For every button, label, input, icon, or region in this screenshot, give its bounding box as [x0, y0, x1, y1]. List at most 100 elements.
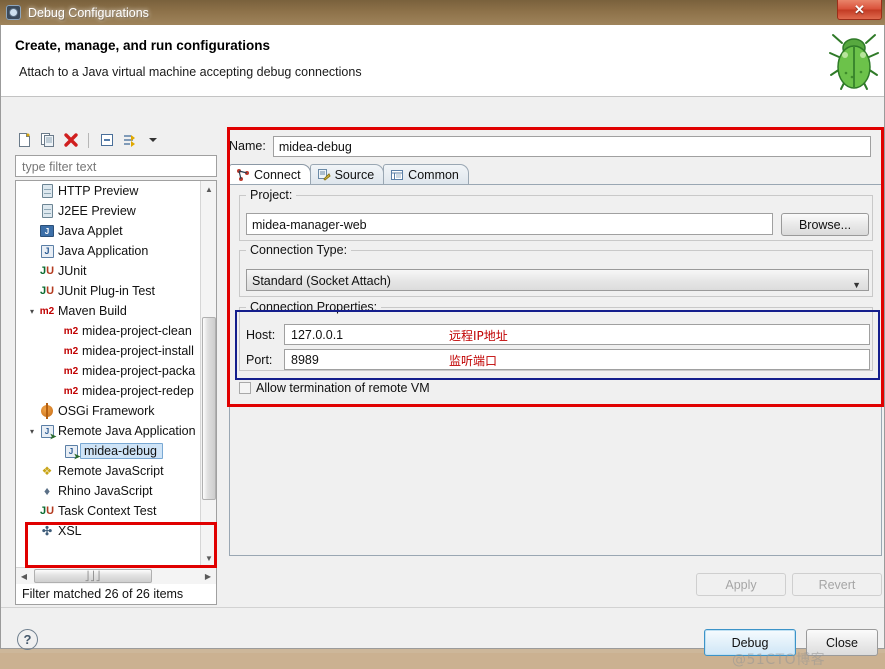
gear-icon [6, 5, 22, 21]
port-row: Port: 8989 监听端口 [246, 349, 870, 370]
remote-java-icon: J [38, 425, 56, 438]
connection-type-select[interactable]: Standard (Socket Attach) ▼ [246, 269, 869, 291]
host-label: Host: [246, 328, 284, 342]
osgi-icon [38, 405, 56, 417]
port-value: 8989 [291, 353, 319, 367]
chevron-down-icon: ▼ [852, 276, 861, 294]
close-button[interactable]: Close [806, 629, 878, 656]
tree-item-osgi-framework[interactable]: OSGi Framework [16, 401, 201, 421]
project-group: Project: midea-manager-web Browse... [239, 195, 873, 241]
tab-source[interactable]: Source [310, 164, 385, 185]
filter-input[interactable]: type filter text [15, 155, 217, 177]
host-row: Host: 127.0.0.1 远程IP地址 [246, 324, 870, 345]
tree-vertical-scrollbar[interactable]: ▲ ▼ [200, 181, 216, 566]
footer-divider [1, 607, 884, 608]
m2-icon: m2 [62, 386, 80, 397]
new-configuration-icon[interactable] [15, 131, 34, 150]
tab-source-label: Source [335, 168, 375, 182]
tree-item-java-application[interactable]: JJava Application [16, 241, 201, 261]
junit-icon: JU [38, 265, 56, 277]
page-subtitle: Attach to a Java virtual machine accepti… [19, 65, 362, 79]
tree-item-midea-project-redep[interactable]: m2midea-project-redep [16, 381, 201, 401]
debug-configurations-window: Debug Configurations ✕ Create, manage, a… [0, 0, 885, 653]
java-applet-icon: J [38, 225, 56, 237]
port-label: Port: [246, 353, 284, 367]
tree-item-junit-plug-in-test[interactable]: JUJUnit Plug-in Test [16, 281, 201, 301]
configuration-tree[interactable]: HTTP PreviewJ2EE PreviewJJava AppletJJav… [15, 180, 217, 605]
tab-connect[interactable]: Connect [229, 164, 311, 185]
revert-button[interactable]: Revert [792, 573, 882, 596]
tree-rows-container: HTTP PreviewJ2EE PreviewJJava AppletJJav… [16, 181, 201, 566]
tree-item-xsl[interactable]: ✣XSL [16, 521, 201, 541]
connection-properties-label: Connection Properties: [246, 300, 381, 314]
tree-item-label: JUnit Plug-in Test [56, 284, 155, 298]
apply-button[interactable]: Apply [696, 573, 786, 596]
tab-common-label: Common [408, 168, 459, 182]
project-input[interactable]: midea-manager-web [246, 213, 773, 235]
filter-icon[interactable] [120, 131, 139, 150]
junit-icon: JU [38, 505, 56, 517]
rhino-icon: ♦ [38, 484, 56, 498]
debug-button[interactable]: Debug [704, 629, 796, 656]
scroll-up-icon[interactable]: ▲ [201, 181, 217, 197]
connect-icon [236, 168, 250, 182]
tree-item-j2ee-preview[interactable]: J2EE Preview [16, 201, 201, 221]
tree-item-midea-project-install[interactable]: m2midea-project-install [16, 341, 201, 361]
connection-properties-group: Connection Properties: Host: 127.0.0.1 远… [239, 307, 873, 371]
window-title-bar: Debug Configurations ✕ [0, 0, 885, 25]
tree-item-midea-debug[interactable]: Jmidea-debug [16, 441, 201, 461]
host-input[interactable]: 127.0.0.1 远程IP地址 [284, 324, 870, 345]
view-menu-chevron-down-icon[interactable] [143, 131, 162, 150]
tree-item-http-preview[interactable]: HTTP Preview [16, 181, 201, 201]
help-icon[interactable]: ? [17, 629, 38, 650]
host-value: 127.0.0.1 [291, 328, 343, 342]
server-icon [38, 184, 56, 198]
connection-type-label: Connection Type: [246, 243, 351, 257]
junit-plugin-icon: JU [38, 285, 56, 297]
window-close-button[interactable]: ✕ [837, 0, 882, 20]
tree-item-task-context-test[interactable]: JUTask Context Test [16, 501, 201, 521]
tree-expander-icon[interactable]: ▾ [26, 427, 38, 436]
common-icon [390, 168, 404, 182]
scroll-down-icon[interactable]: ▼ [201, 550, 217, 566]
tree-item-remote-java-application[interactable]: ▾JRemote Java Application [16, 421, 201, 441]
tree-expander-icon[interactable]: ▾ [26, 307, 38, 316]
tree-horizontal-scrollbar[interactable]: ◀ ⎦⎦⎦ ▶ [16, 567, 216, 584]
tree-item-junit[interactable]: JUJUnit [16, 261, 201, 281]
tab-common[interactable]: Common [383, 164, 469, 185]
delete-configuration-icon[interactable] [61, 131, 80, 150]
duplicate-configuration-icon[interactable] [38, 131, 57, 150]
xsl-icon: ✣ [38, 524, 56, 538]
tree-vertical-scroll-thumb[interactable] [202, 317, 216, 500]
toolbar-divider [88, 133, 89, 148]
green-bug-icon [828, 27, 880, 93]
tree-item-label: Maven Build [56, 304, 127, 318]
m2-icon: m2 [62, 326, 80, 337]
tree-item-midea-project-clean[interactable]: m2midea-project-clean [16, 321, 201, 341]
connection-type-group: Connection Type: Standard (Socket Attach… [239, 250, 873, 297]
tree-item-rhino-javascript[interactable]: ♦Rhino JavaScript [16, 481, 201, 501]
allow-termination-checkbox[interactable] [239, 382, 251, 394]
header-banner: Create, manage, and run configurations A… [1, 25, 884, 97]
tree-item-label: JUnit [56, 264, 86, 278]
scroll-left-icon[interactable]: ◀ [16, 568, 32, 584]
server-icon [38, 204, 56, 218]
name-row: Name: midea-debug [229, 135, 871, 157]
tree-item-label: J2EE Preview [56, 204, 136, 218]
window-body: Create, manage, and run configurations A… [0, 25, 885, 649]
browse-button[interactable]: Browse... [781, 213, 869, 236]
tree-horizontal-scroll-thumb[interactable]: ⎦⎦⎦ [34, 569, 152, 583]
tree-item-label: Java Application [56, 244, 148, 258]
tree-toolbar [12, 128, 220, 152]
tree-item-remote-javascript[interactable]: ❖Remote JavaScript [16, 461, 201, 481]
tree-item-label: midea-project-redep [80, 384, 194, 398]
port-input[interactable]: 8989 监听端口 [284, 349, 870, 370]
tree-item-midea-project-packa[interactable]: m2midea-project-packa [16, 361, 201, 381]
allow-termination-row[interactable]: Allow termination of remote VM [239, 381, 430, 395]
tree-item-java-applet[interactable]: JJava Applet [16, 221, 201, 241]
scroll-right-icon[interactable]: ▶ [200, 568, 216, 584]
collapse-all-icon[interactable] [97, 131, 116, 150]
name-input[interactable]: midea-debug [273, 136, 871, 157]
tree-item-maven-build[interactable]: ▾m2Maven Build [16, 301, 201, 321]
port-annotation: 监听端口 [449, 352, 497, 370]
